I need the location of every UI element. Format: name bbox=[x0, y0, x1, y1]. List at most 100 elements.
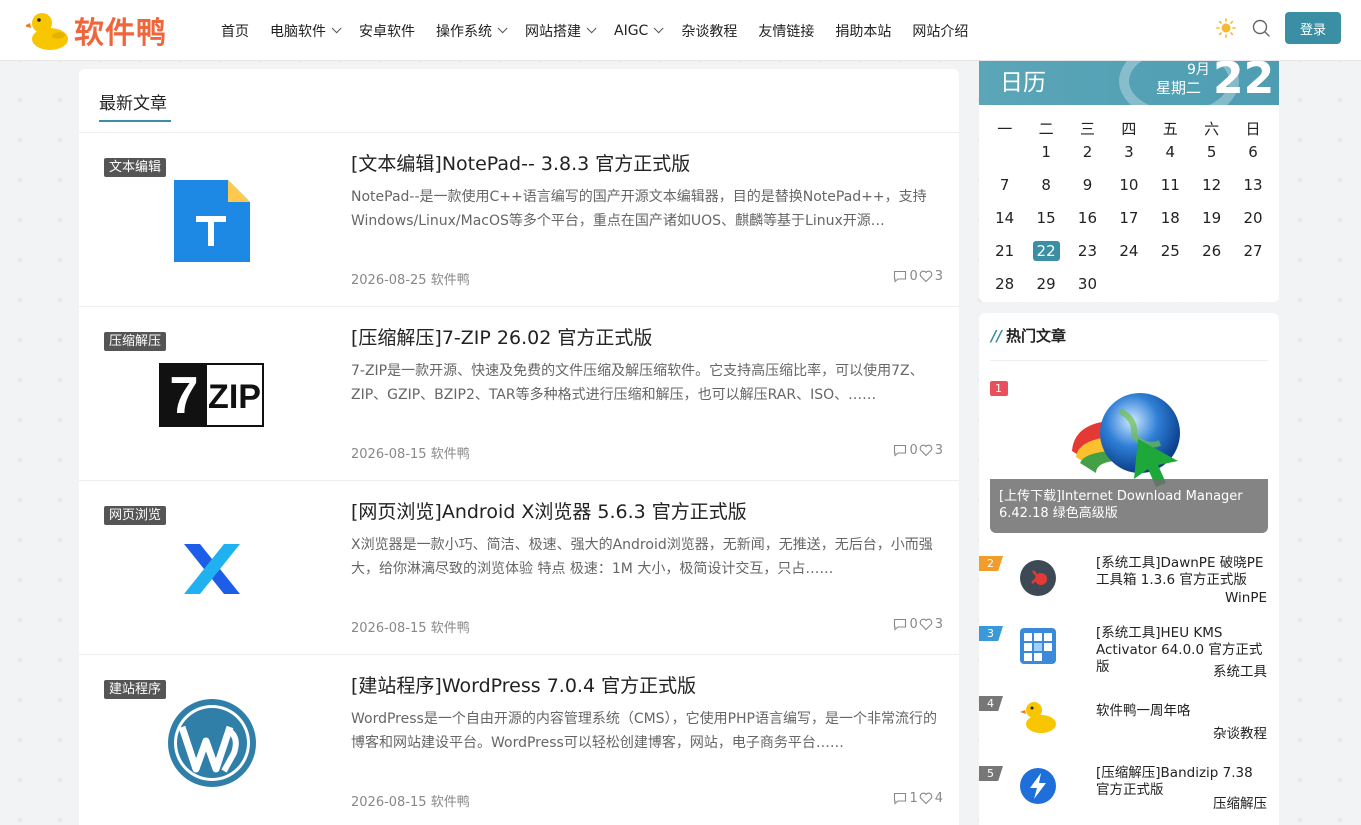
article-thumbnail[interactable]: 7 ZIP bbox=[159, 347, 264, 442]
hot-item-category[interactable]: WinPE bbox=[1225, 590, 1267, 606]
calendar-day-cell[interactable]: 7 bbox=[984, 174, 1025, 207]
calendar-day-number: 18 bbox=[1160, 209, 1180, 227]
calendar-day-cell[interactable]: 4 bbox=[1150, 141, 1191, 174]
article-title[interactable]: [压缩解压]7-ZIP 26.02 官方正式版 bbox=[351, 323, 652, 350]
calendar-day-cell[interactable]: 8 bbox=[1025, 174, 1066, 207]
calendar-day-cell[interactable]: 29 bbox=[1025, 273, 1066, 302]
calendar-weekday-header: 一 bbox=[997, 120, 1013, 138]
article-item[interactable]: 文本编辑 [文本编辑]NotePad-- 3.8.3 官方正式版 NotePad… bbox=[79, 133, 959, 307]
sun-icon[interactable] bbox=[1216, 18, 1236, 38]
article-item[interactable]: 建站程序 [建站程序]WordPress 7.0.4 官方正式版 WordPre… bbox=[79, 655, 959, 825]
calendar-day-cell[interactable]: 6 bbox=[1232, 141, 1273, 174]
heart-icon[interactable] bbox=[919, 444, 933, 457]
calendar-weekday-header: 二 bbox=[1038, 120, 1054, 138]
calendar-day-cell[interactable]: 25 bbox=[1150, 240, 1191, 273]
calendar-day-cell[interactable]: 11 bbox=[1150, 174, 1191, 207]
calendar-day-number: 24 bbox=[1119, 242, 1139, 260]
nav-item[interactable]: 友情链接 bbox=[758, 21, 814, 41]
heart-icon[interactable] bbox=[919, 270, 933, 283]
calendar-day-cell[interactable]: 20 bbox=[1232, 207, 1273, 240]
calendar-day-cell[interactable]: 27 bbox=[1232, 240, 1273, 273]
comment-icon bbox=[894, 444, 907, 457]
calendar-day-cell[interactable]: 5 bbox=[1191, 141, 1232, 174]
nav-item[interactable]: 首页 bbox=[221, 21, 249, 41]
hot-item-category[interactable]: 杂谈教程 bbox=[1213, 722, 1267, 742]
hot-item-category[interactable]: 压缩解压 bbox=[1213, 792, 1267, 812]
calendar-week-row: 7 8 9 10 11 12 13 bbox=[984, 174, 1274, 207]
search-icon[interactable] bbox=[1251, 18, 1271, 38]
calendar-day-cell[interactable]: 17 bbox=[1108, 207, 1149, 240]
calendar-day-cell[interactable]: 3 bbox=[1108, 141, 1149, 174]
heart-icon[interactable] bbox=[919, 618, 933, 631]
hot-list-item[interactable]: 3 [系统工具]HEU KMS Activator 64.0.0 官方正式版 系… bbox=[979, 625, 1279, 685]
login-button[interactable]: 登录 bbox=[1285, 12, 1341, 44]
calendar-day-cell[interactable]: 9 bbox=[1067, 174, 1108, 207]
nav-item[interactable]: 操作系统 bbox=[436, 21, 508, 41]
chevron-down-icon bbox=[586, 23, 597, 34]
main-nav: 首页 电脑软件 安卓软件 操作系统 网站搭建 AIGC 杂谈教程 友情链接 捐助本站 网站介绍 bbox=[221, 0, 989, 61]
nav-item[interactable]: 网站搭建 bbox=[525, 21, 597, 41]
calendar-day-cell[interactable]: 19 bbox=[1191, 207, 1232, 240]
article-excerpt: WordPress是一个自由开源的内容管理系统（CMS），它使用PHP语言编写，… bbox=[351, 711, 937, 751]
calendar-day-cell[interactable]: 2 bbox=[1067, 141, 1108, 174]
article-title[interactable]: [建站程序]WordPress 7.0.4 官方正式版 bbox=[351, 671, 696, 698]
article-title[interactable]: [文本编辑]NotePad-- 3.8.3 官方正式版 bbox=[351, 149, 690, 176]
category-badge[interactable]: 文本编辑 bbox=[104, 158, 167, 177]
nav-item[interactable]: 杂谈教程 bbox=[681, 21, 737, 41]
nav-item[interactable]: AIGC bbox=[614, 23, 664, 39]
calendar-day-cell[interactable]: 23 bbox=[1067, 240, 1108, 273]
category-badge[interactable]: 建站程序 bbox=[104, 680, 167, 699]
comment-icon bbox=[894, 270, 907, 283]
category-badge[interactable]: 网页浏览 bbox=[104, 506, 167, 525]
hot-item-title[interactable]: 软件鸭一周年咯 bbox=[1096, 703, 1268, 720]
article-author[interactable]: 软件鸭 bbox=[431, 795, 470, 810]
x-browser-icon bbox=[183, 543, 240, 594]
article-stats: 1 4 bbox=[893, 791, 943, 806]
site-logo[interactable]: 软件鸭 bbox=[26, 8, 167, 52]
calendar-day-cell[interactable]: 1 bbox=[1025, 141, 1066, 174]
calendar-day-cell[interactable]: 10 bbox=[1108, 174, 1149, 207]
calendar-day-cell[interactable]: 18 bbox=[1150, 207, 1191, 240]
nav-item[interactable]: 安卓软件 bbox=[359, 21, 415, 41]
calendar-day-cell[interactable]: 21 bbox=[984, 240, 1025, 273]
article-title[interactable]: [网页浏览]Android X浏览器 5.6.3 官方正式版 bbox=[351, 497, 747, 524]
calendar-day-cell[interactable]: 14 bbox=[984, 207, 1025, 240]
calendar-day-cell[interactable]: 16 bbox=[1067, 207, 1108, 240]
calendar-day-cell[interactable]: 15 bbox=[1025, 207, 1066, 240]
article-author[interactable]: 软件鸭 bbox=[431, 621, 470, 636]
nav-item[interactable]: 网站介绍 bbox=[912, 21, 968, 41]
calendar-day-number: 21 bbox=[995, 242, 1015, 260]
nav-item[interactable]: 捐助本站 bbox=[835, 21, 891, 41]
calendar-day-cell[interactable]: 28 bbox=[984, 273, 1025, 302]
hot-list-item[interactable]: 4 软件鸭一周年咯 杂谈教程 bbox=[979, 695, 1279, 755]
calendar-day-number: 4 bbox=[1165, 143, 1176, 161]
nav-item[interactable]: 电脑软件 bbox=[270, 21, 342, 41]
article-thumbnail[interactable] bbox=[159, 173, 264, 268]
calendar-day-cell[interactable]: 24 bbox=[1108, 240, 1149, 273]
nav-item-label: 首页 bbox=[221, 23, 249, 40]
article-author[interactable]: 软件鸭 bbox=[431, 447, 470, 462]
article-thumbnail[interactable] bbox=[159, 695, 264, 790]
calendar-weekday-header: 四 bbox=[1121, 120, 1137, 138]
calendar-widget: 日历 9月 星期二 22 一二三四五六日 1 2 3 4 5 6 7 8 9 10 11 12 13 14 1… bbox=[979, 61, 1279, 302]
article-item[interactable]: 网页浏览 [网页浏览]Android X浏览器 5.6.3 官方正式版 X浏览器… bbox=[79, 481, 959, 655]
calendar-day-cell[interactable]: 22 bbox=[1025, 240, 1066, 273]
hot-feature-item[interactable]: 1 [上传下载]Internet Download Manager 6.42.1… bbox=[990, 375, 1268, 533]
calendar-day-cell[interactable]: 12 bbox=[1191, 174, 1232, 207]
chevron-down-icon bbox=[331, 23, 342, 34]
article-item[interactable]: 压缩解压 7 ZIP [压缩解压]7-ZIP 26.02 官方正式版 7-ZIP… bbox=[79, 307, 959, 481]
article-author[interactable]: 软件鸭 bbox=[431, 273, 470, 288]
category-badge[interactable]: 压缩解压 bbox=[104, 332, 167, 351]
article-thumbnail[interactable] bbox=[159, 521, 264, 616]
calendar-day-cell[interactable]: 26 bbox=[1191, 240, 1232, 273]
calendar-day-cell[interactable]: 30 bbox=[1067, 273, 1108, 302]
hot-list-item[interactable]: 5 [压缩解压]Bandizip 7.38 官方正式版 压缩解压 bbox=[979, 765, 1279, 825]
hot-item-category[interactable]: 系统工具 bbox=[1213, 660, 1267, 680]
article-stats: 0 3 bbox=[893, 269, 943, 284]
calendar-day: 22 bbox=[1213, 61, 1275, 104]
heart-icon[interactable] bbox=[919, 792, 933, 805]
calendar-day-cell[interactable]: 13 bbox=[1232, 174, 1273, 207]
hot-item-title[interactable]: [系统工具]DawnPE 破晓PE 工具箱 1.3.6 官方正式版 bbox=[1096, 555, 1268, 589]
hot-list-item[interactable]: 2 [系统工具]DawnPE 破晓PE 工具箱 1.3.6 官方正式版 WinP… bbox=[979, 555, 1279, 615]
hot-feature-title[interactable]: [上传下载]Internet Download Manager 6.42.18 … bbox=[990, 479, 1268, 533]
